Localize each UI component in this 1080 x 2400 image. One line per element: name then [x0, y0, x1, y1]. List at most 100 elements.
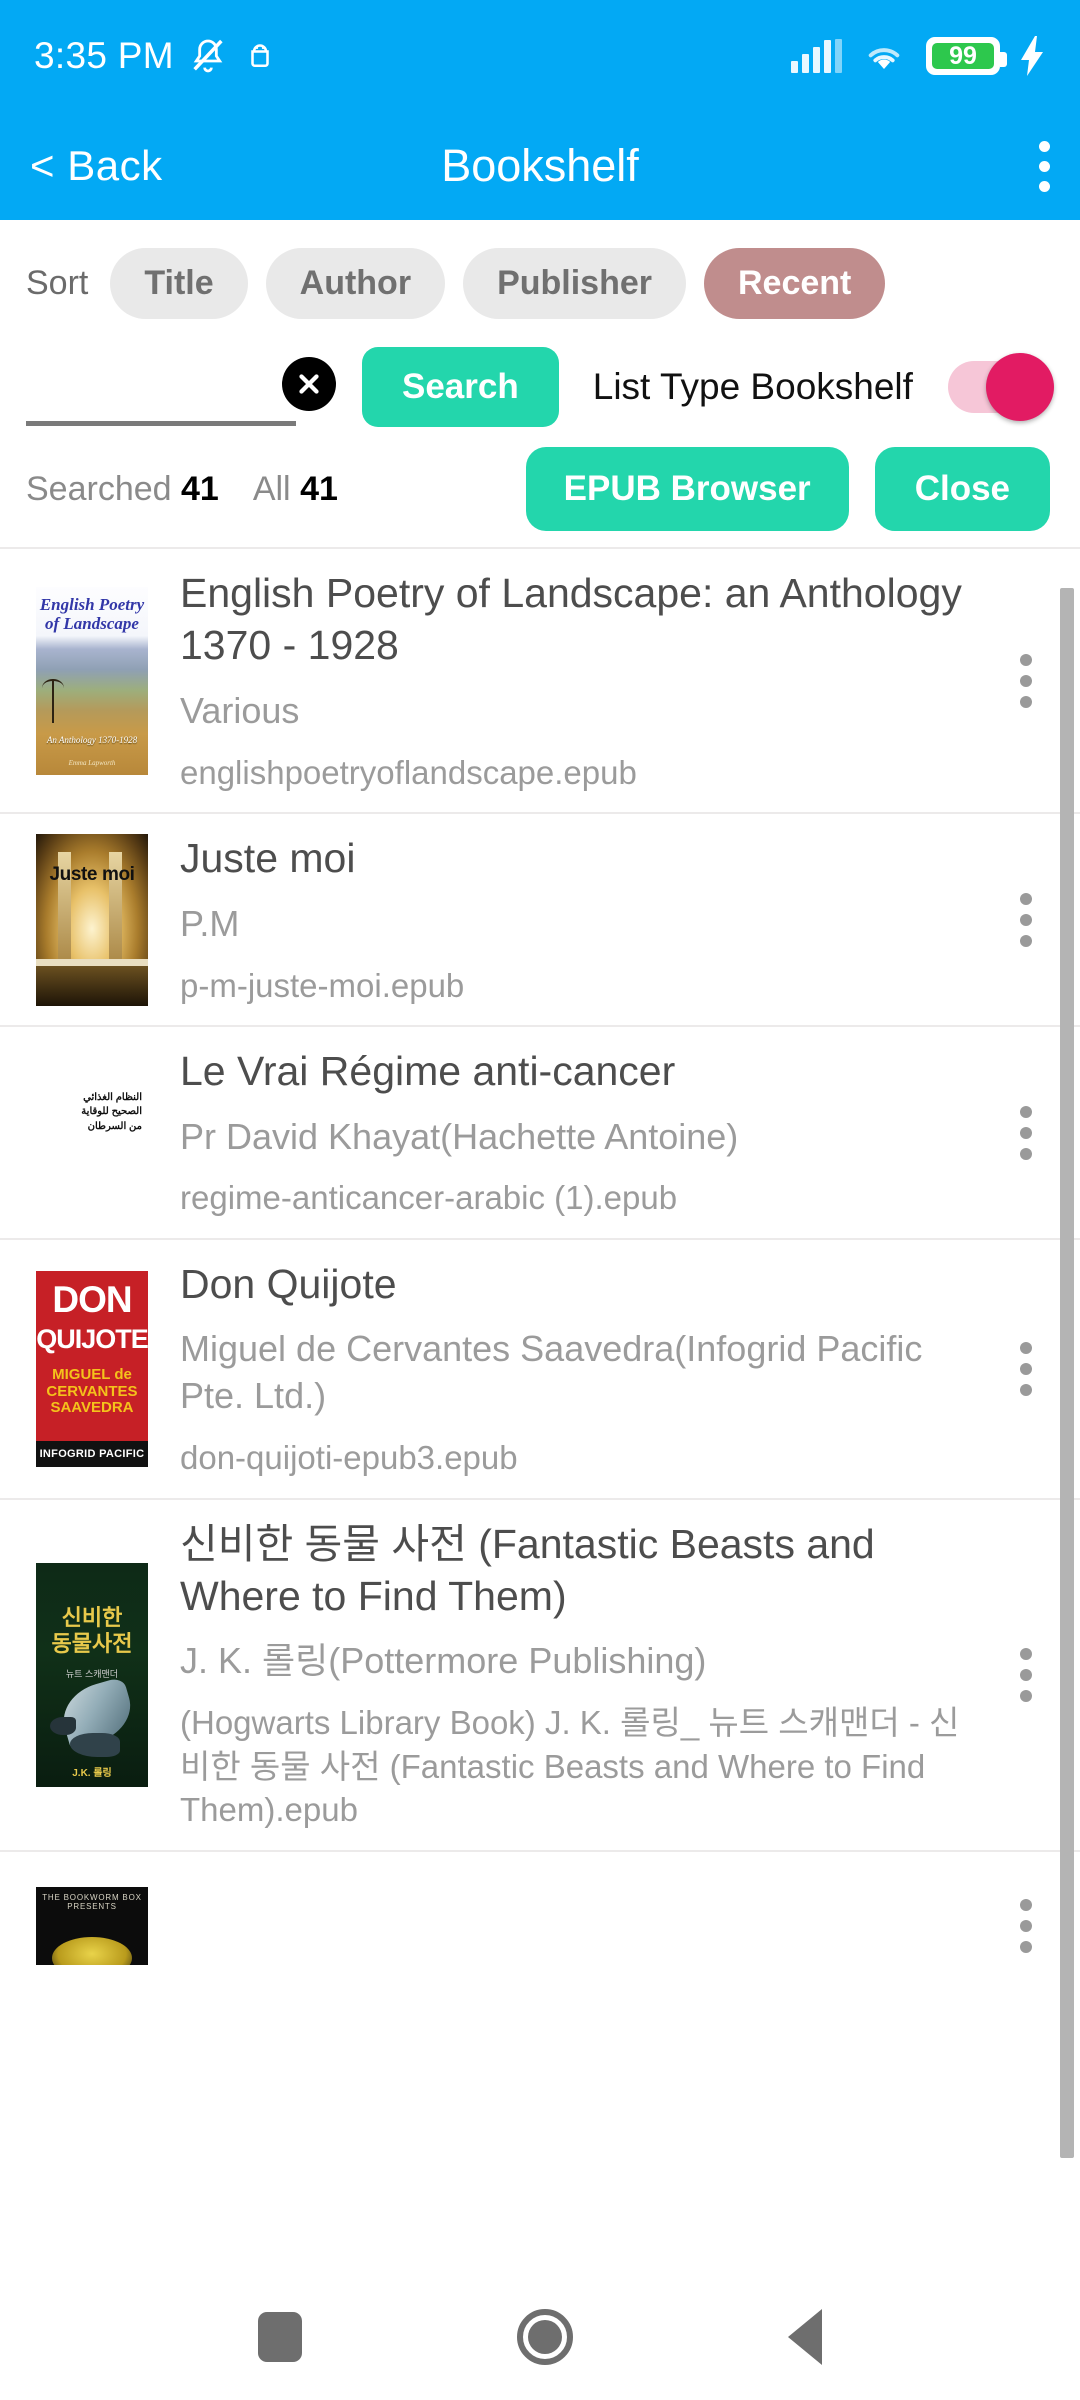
cover-art-arabic: النظام الغذائي الصحيح للوقاية من السرطان: [36, 1066, 148, 1199]
search-field: [26, 348, 296, 426]
list-type-label: List Type Bookshelf: [592, 366, 913, 407]
table-row[interactable]: English Poetry of Landscape An Anthology …: [0, 547, 1080, 812]
cover-blob-decor: [52, 1936, 132, 1965]
android-icon: [242, 36, 278, 76]
book-meta: Don Quijote Miguel de Cervantes Saavedra…: [148, 1240, 1006, 1498]
table-row[interactable]: THE BOOKWORM BOX PRESENTS: [0, 1849, 1080, 2000]
close-button[interactable]: Close: [874, 447, 1050, 531]
book-cover[interactable]: THE BOOKWORM BOX PRESENTS: [36, 1886, 148, 1965]
cover-title: 신비한 동물사전: [51, 1604, 133, 1657]
back-button[interactable]: < Back: [30, 142, 163, 190]
battery-level: 99: [949, 41, 977, 70]
book-meta: Le Vrai Régime anti-cancer Pr David Khay…: [148, 1027, 1006, 1238]
three-dots-vertical-icon[interactable]: [1006, 653, 1046, 708]
status-bar: 3:35 PM 99: [0, 0, 1080, 112]
three-dots-vertical-icon[interactable]: [1006, 1647, 1046, 1702]
three-dots-vertical-icon[interactable]: [1006, 1105, 1046, 1160]
cover-art-don-quijote: DON QUIJOTE MIGUEL de CERVANTES SAAVEDRA I…: [36, 1270, 148, 1467]
all-value: 41: [300, 469, 338, 508]
mute-bell-icon: [188, 35, 228, 77]
book-cover[interactable]: English Poetry of Landscape An Anthology …: [36, 586, 148, 775]
book-filename: regime-anticancer-arabic (1).epub: [180, 1179, 678, 1217]
cover-art-poetry: English Poetry of Landscape An Anthology …: [36, 586, 148, 775]
book-list[interactable]: English Poetry of Landscape An Anthology …: [0, 547, 1080, 2000]
cover-banner: THE BOOKWORM BOX PRESENTS: [42, 1892, 142, 1911]
status-time: 3:35 PM: [34, 35, 174, 76]
cover-head-decor: [50, 1716, 76, 1735]
cover-line3: MIGUEL de CERVANTES SAAVEDRA: [46, 1365, 138, 1417]
circle-home-icon[interactable]: [516, 2309, 573, 2365]
cover-art-juste: Juste moi: [36, 833, 148, 1006]
search-input[interactable]: [26, 376, 296, 426]
book-meta: English Poetry of Landscape: an Antholog…: [148, 549, 1006, 812]
sort-chip-title[interactable]: Title: [110, 248, 248, 319]
book-meta: 신비한 동물 사전 (Fantastic Beasts and Where to…: [148, 1500, 1006, 1850]
android-navigation-bar: [0, 2274, 1080, 2400]
cover-line2: QUIJOTE: [36, 1323, 148, 1354]
book-author: J. K. 롤링(Pottermore Publishing): [180, 1640, 707, 1682]
cover-subtitle: 뉴트 스캐맨더: [65, 1668, 119, 1679]
sort-chip-publisher[interactable]: Publisher: [463, 248, 686, 319]
epub-browser-button[interactable]: EPUB Browser: [525, 447, 849, 531]
book-meta: [148, 1908, 1006, 1944]
book-author: Pr David Khayat(Hachette Antoine): [180, 1115, 739, 1157]
book-author: Miguel de Cervantes Saavedra(Infogrid Pa…: [180, 1328, 923, 1417]
all-count: All 41: [253, 470, 338, 509]
search-row: Search List Type Bookshelf: [0, 329, 1080, 433]
triangle-back-icon[interactable]: [788, 2309, 823, 2365]
cover-subtitle: An Anthology 1370-1928: [46, 734, 138, 745]
cover-footer: INFOGRID PACIFIC: [36, 1440, 148, 1467]
book-list-viewport: English Poetry of Landscape An Anthology …: [0, 547, 1080, 2227]
table-row[interactable]: DON QUIJOTE MIGUEL de CERVANTES SAAVEDRA I…: [0, 1237, 1080, 1498]
table-row[interactable]: Juste moi Juste moi P.M p-m-juste-moi.ep…: [0, 812, 1080, 1025]
searched-label: Searched: [26, 469, 172, 508]
toggle-knob: [986, 353, 1054, 421]
cover-tree-decor: [42, 678, 64, 723]
sort-chip-recent[interactable]: Recent: [704, 248, 886, 319]
book-title: 신비한 동물 사전 (Fantastic Beasts and Where to…: [180, 1520, 875, 1619]
cover-title: English Poetry of Landscape: [39, 594, 145, 633]
square-recents-icon[interactable]: [257, 2312, 302, 2362]
cover-arabic-text: النظام الغذائي الصحيح للوقاية من السرطان: [81, 1091, 142, 1132]
sort-label: Sort: [26, 264, 89, 302]
all-label: All: [252, 469, 291, 508]
book-cover[interactable]: DON QUIJOTE MIGUEL de CERVANTES SAAVEDRA I…: [36, 1270, 148, 1467]
cover-line1: DON: [52, 1278, 132, 1320]
vertical-scrollbar[interactable]: [1060, 588, 1074, 2158]
search-button[interactable]: Search: [362, 347, 559, 427]
status-bar-left: 3:35 PM: [34, 35, 278, 77]
book-title: English Poetry of Landscape: an Antholog…: [180, 570, 962, 669]
cover-body-decor: [70, 1732, 120, 1757]
searched-value: 41: [181, 469, 219, 508]
book-title: Juste moi: [180, 835, 356, 882]
signal-icon: [791, 39, 842, 73]
sort-chip-author[interactable]: Author: [265, 248, 446, 319]
table-row[interactable]: النظام الغذائي الصحيح للوقاية من السرطان L…: [0, 1025, 1080, 1238]
cover-title: Juste moi: [49, 863, 135, 885]
book-meta: Juste moi P.M p-m-juste-moi.epub: [148, 814, 1006, 1025]
cover-author-credit: J.K. 롤링: [72, 1767, 112, 1779]
table-row[interactable]: 신비한 동물사전 뉴트 스캐맨더 J.K. 롤링 신비한 동물 사전 (Fanta…: [0, 1497, 1080, 1850]
book-title: Don Quijote: [180, 1260, 397, 1307]
book-cover[interactable]: Juste moi: [36, 833, 148, 1006]
list-type-toggle[interactable]: [948, 353, 1054, 421]
three-dots-vertical-icon[interactable]: [1006, 892, 1046, 947]
sort-row: Sort Title Author Publisher Recent: [0, 220, 1080, 329]
cover-art-fantastic-beasts: 신비한 동물사전 뉴트 스캐맨더 J.K. 롤링: [36, 1562, 148, 1787]
wifi-icon: [862, 38, 906, 74]
book-filename: (Hogwarts Library Book) J. K. 롤링_ 뉴트 스캐맨…: [180, 1704, 960, 1829]
book-author: P.M: [180, 902, 240, 944]
cover-art-bookworm: THE BOOKWORM BOX PRESENTS: [36, 1886, 148, 1965]
cover-ground-decor: [36, 965, 148, 1006]
three-dots-vertical-icon[interactable]: [1006, 1898, 1046, 1953]
book-cover[interactable]: 신비한 동물사전 뉴트 스캐맨더 J.K. 롤링: [36, 1562, 148, 1787]
charging-bolt-icon: [1020, 36, 1046, 76]
book-title: Le Vrai Régime anti-cancer: [180, 1048, 676, 1095]
status-bar-right: 99: [791, 36, 1046, 76]
searched-count: Searched 41: [26, 470, 219, 509]
count-row: Searched 41 All 41 EPUB Browser Close: [0, 433, 1080, 547]
book-cover[interactable]: النظام الغذائي الصحيح للوقاية من السرطان: [36, 1066, 148, 1199]
three-dots-vertical-icon[interactable]: [1006, 1341, 1046, 1396]
three-dots-vertical-icon[interactable]: [1038, 140, 1050, 192]
app-bar: < Back Bookshelf: [0, 112, 1080, 220]
